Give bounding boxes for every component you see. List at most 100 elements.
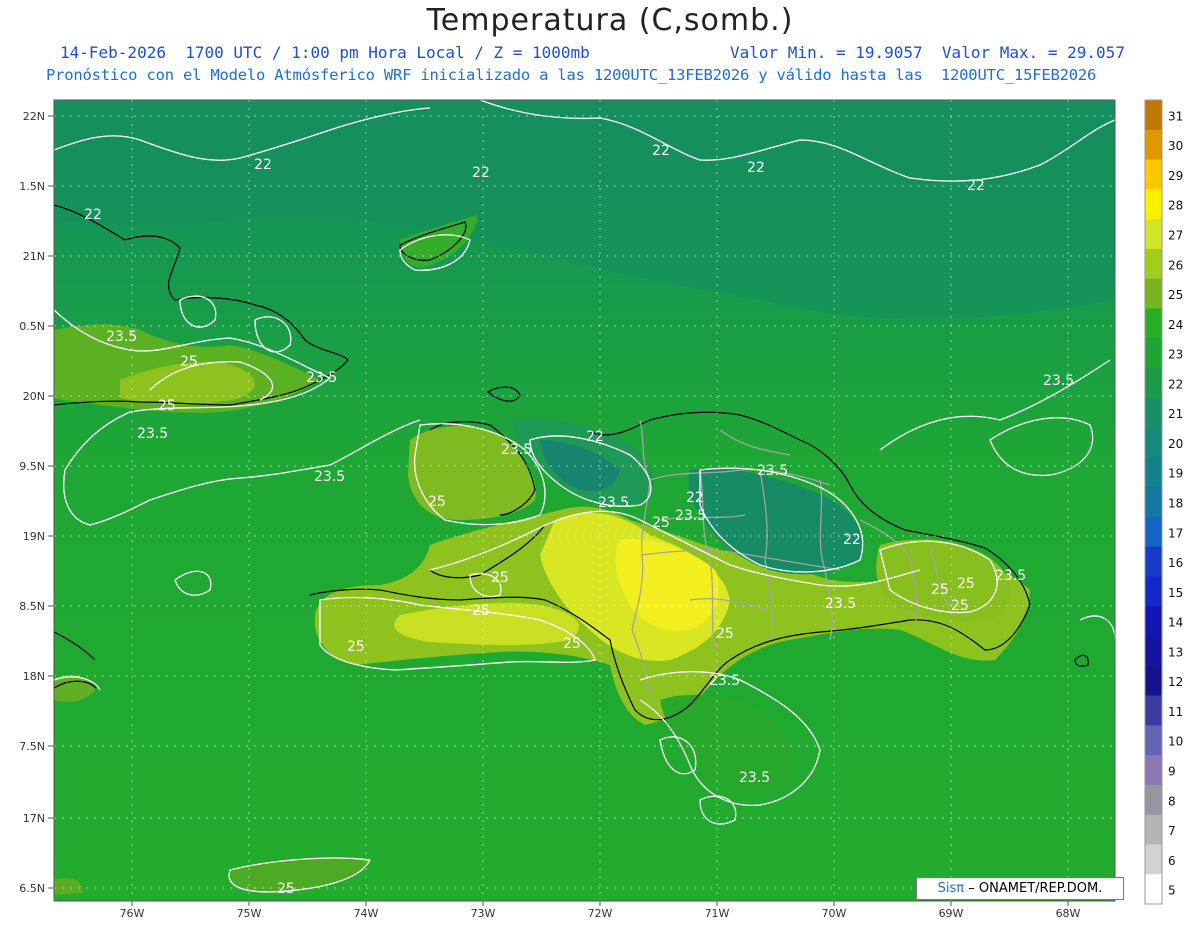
colorbar-label: 18	[1168, 496, 1183, 510]
colorbar-label: 29	[1168, 169, 1183, 183]
contour-label: 23.5	[675, 508, 706, 524]
contour-label: 22	[652, 143, 670, 159]
lat-tick-label: 6.5N	[19, 882, 45, 895]
colorbar-swatch	[1145, 159, 1162, 190]
colorbar-label: 27	[1168, 228, 1183, 242]
lat-tick-label: 22N	[23, 110, 45, 123]
sispi-logo: Sisπ	[937, 881, 965, 896]
colorbar-label: 10	[1168, 735, 1183, 749]
lat-ticks: 22N 1.5N 21N 0.5N 20N 9.5N 19N 8.5N 18N …	[19, 110, 45, 895]
contour-label: 25	[951, 598, 969, 614]
contour-label: 25	[158, 398, 176, 414]
contour-label: 22	[472, 165, 490, 181]
contour-label: 25	[716, 626, 734, 642]
lon-tick-label: 69W	[939, 907, 964, 920]
colorbar-label: 6	[1168, 854, 1176, 868]
contour-label: 22	[747, 160, 765, 176]
contour-label: 25	[180, 354, 198, 370]
colorbar-swatch	[1145, 248, 1162, 280]
lat-tick-label: 0.5N	[19, 320, 45, 333]
lat-tick-label: 20N	[23, 390, 45, 403]
contour-label: 22	[967, 178, 985, 194]
lon-ticks: 76W 75W 74W 73W 72W 71W 70W 69W 68W	[120, 907, 1081, 920]
colorbar-label: 21	[1168, 407, 1183, 421]
lat-tick-label: 19N	[23, 530, 45, 543]
contour-label: 25	[563, 636, 581, 652]
lon-tick-label: 74W	[354, 907, 379, 920]
lon-tick-label: 75W	[237, 907, 262, 920]
contour-label: 23.5	[137, 426, 168, 442]
lat-tick-label: 17N	[23, 812, 45, 825]
colorbar-label: 17	[1168, 526, 1183, 540]
colorbar-label: 26	[1168, 258, 1183, 272]
colorbar-label: 14	[1168, 616, 1183, 630]
colorbar-label: 24	[1168, 318, 1183, 332]
colorbar-label: 22	[1168, 377, 1183, 391]
colorbar-label: 23	[1168, 348, 1183, 362]
contour-label: 23.5	[501, 442, 532, 458]
map-field	[54, 100, 1115, 901]
colorbar-swatch	[1145, 278, 1162, 309]
contour-label: 25	[931, 582, 949, 598]
contour-label: 22	[843, 532, 861, 548]
colorbar-swatch	[1145, 427, 1162, 458]
contour-label: 23.5	[598, 495, 629, 511]
colorbar: 31 30 29 28 27 26 25 24 23 22 21 20 19 18 17 16 15 14 13 12…	[1144, 99, 1183, 905]
colorbar-label: 25	[1168, 288, 1183, 302]
colorbar-swatch	[1145, 755, 1162, 786]
colorbar-label: 9	[1168, 764, 1176, 778]
lat-tick-label: 8.5N	[19, 600, 45, 613]
colorbar-swatch	[1145, 576, 1162, 607]
colorbar-label: 7	[1168, 824, 1176, 838]
contour-label: 25	[957, 576, 975, 592]
contour-label: 23.5	[757, 463, 788, 479]
contour-label: 23.5	[1043, 373, 1074, 389]
colorbar-swatch	[1145, 100, 1162, 131]
contour-label: 23.5	[106, 329, 137, 345]
contour-label: 22	[254, 157, 272, 173]
lat-tick-label: 9.5N	[19, 460, 45, 473]
colorbar-label: 20	[1168, 437, 1183, 451]
colorbar-swatch	[1145, 874, 1162, 905]
colorbar-swatch	[1145, 695, 1162, 726]
colorbar-label: 31	[1168, 109, 1183, 123]
lon-tick-label: 70W	[822, 907, 847, 920]
colorbar-swatch	[1145, 546, 1162, 577]
colorbar-label: 19	[1168, 467, 1183, 481]
colorbar-label: 8	[1168, 794, 1176, 808]
contour-label: 23.5	[995, 568, 1026, 584]
colorbar-swatch	[1145, 606, 1162, 637]
lat-tick-label: 18N	[23, 670, 45, 683]
contour-label: 25	[491, 570, 509, 586]
colorbar-swatch	[1145, 844, 1162, 875]
contour-label: 22	[686, 490, 704, 506]
contour-label: 23.5	[314, 469, 345, 485]
lat-tick-label: 21N	[23, 250, 45, 263]
lon-tick-label: 76W	[120, 907, 145, 920]
contour-label: 25	[347, 639, 365, 655]
colorbar-label: 28	[1168, 199, 1183, 213]
colorbar-swatch	[1145, 397, 1162, 429]
colorbar-swatch	[1145, 368, 1162, 399]
colorbar-swatch	[1145, 487, 1162, 518]
contour-label: 23.5	[739, 770, 770, 786]
colorbar-swatch	[1145, 636, 1162, 667]
colorbar-swatch	[1145, 516, 1162, 548]
contour-label: 23.5	[825, 596, 856, 612]
contour-label: 23.5	[709, 673, 740, 689]
lon-tick-label: 73W	[471, 907, 496, 920]
map-title: Temperatura (C,somb.)	[426, 3, 794, 38]
contour-label: 25	[428, 494, 446, 510]
colorbar-swatch	[1145, 814, 1162, 845]
lon-tick-label: 68W	[1056, 907, 1081, 920]
colorbar-swatch	[1145, 725, 1162, 756]
lon-tick-label: 72W	[588, 907, 613, 920]
colorbar-swatch	[1145, 219, 1162, 250]
lat-tick-label: 7.5N	[19, 740, 45, 753]
temperature-map: 22 22 22 22 22 22 22 22 22 23.5 23.5 23.…	[19, 99, 1183, 920]
colorbar-swatch	[1145, 189, 1162, 220]
colorbar-label: 12	[1168, 675, 1183, 689]
colorbar-label: 13	[1168, 645, 1183, 659]
contour-label: 22	[586, 429, 604, 445]
lon-tick-label: 71W	[705, 907, 730, 920]
